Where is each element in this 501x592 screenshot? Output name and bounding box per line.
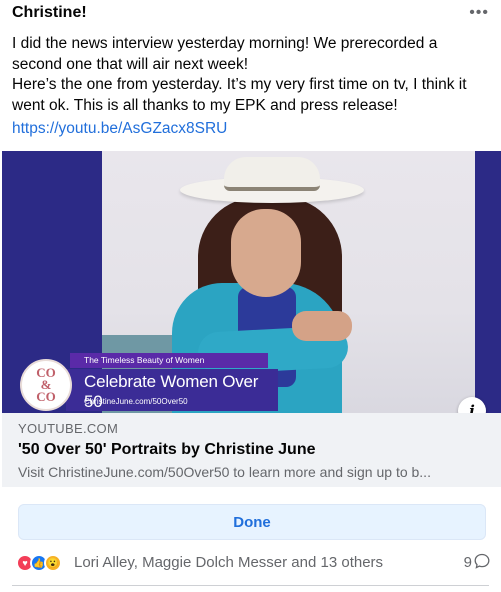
logo-text: CO & CO	[36, 365, 56, 404]
banner-main: Celebrate Women Over 50 ChristineJune.co…	[66, 369, 278, 411]
photo-hat-crown	[224, 157, 320, 191]
reactions-bar: ♥ 👍 😮 Lori Alley, Maggie Dolch Messer an…	[16, 553, 490, 573]
reaction-icons[interactable]: ♥ 👍 😮	[16, 554, 72, 572]
more-options-icon[interactable]: •••	[469, 4, 489, 22]
reaction-names[interactable]: Lori Alley, Maggie Dolch Messer and 13 o…	[74, 554, 383, 571]
link-domain: YOUTUBE.COM	[18, 421, 119, 436]
done-button[interactable]: Done	[18, 504, 486, 540]
banner-url: ChristineJune.com/50Over50	[84, 397, 188, 406]
photo-face	[231, 209, 301, 297]
post-author[interactable]: Christine!	[12, 4, 87, 21]
divider	[12, 585, 489, 586]
post-body: I did the news interview yesterday morni…	[12, 34, 490, 116]
banner-tagline: The Timeless Beauty of Women	[70, 353, 268, 368]
link-preview-card[interactable]: YOUTUBE.COM '50 Over 50' Portraits by Ch…	[2, 413, 501, 487]
link-title: '50 Over 50' Portraits by Christine June	[18, 441, 316, 458]
post-text-line2: Here’s the one from yesterday. It’s my v…	[12, 76, 467, 114]
video-preview-image[interactable]: The Timeless Beauty of Women Celebrate W…	[2, 151, 501, 413]
link-description: Visit ChristineJune.com/50Over50 to lear…	[18, 464, 431, 480]
comment-icon[interactable]	[474, 553, 490, 569]
video-banner: The Timeless Beauty of Women Celebrate W…	[20, 351, 278, 411]
coco-logo-icon: CO & CO	[20, 359, 72, 411]
post-text-line1: I did the news interview yesterday morni…	[12, 35, 438, 73]
comment-count[interactable]: 9	[464, 554, 472, 571]
post-youtube-link[interactable]: https://youtu.be/AsGZacx8SRU	[12, 120, 227, 138]
banner-title: Celebrate Women Over 50	[84, 372, 259, 411]
post-header: Christine! •••	[12, 4, 489, 26]
photo-hands	[292, 311, 352, 341]
wow-icon: 😮	[44, 554, 62, 572]
